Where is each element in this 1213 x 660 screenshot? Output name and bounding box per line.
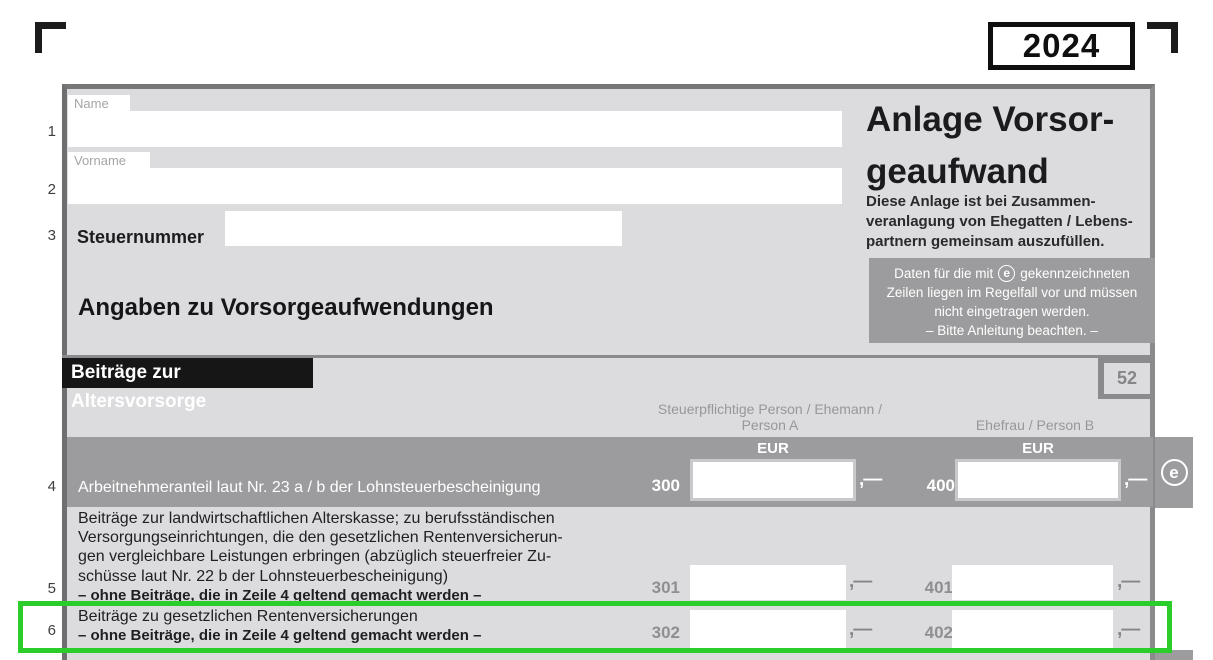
e-marker-icon: e (1161, 459, 1188, 486)
page-code: 52 (1104, 363, 1150, 394)
form-subtitle-line3: partnern gemeinsam auszufüllen. (866, 232, 1166, 252)
row-number-1: 1 (34, 123, 56, 140)
row5-label-line1: Beiträge zur landwirtschaftlichen Alters… (78, 509, 563, 528)
row6-highlight-rectangle (18, 601, 1172, 653)
currency-label-b: EUR (955, 440, 1121, 457)
row5-label-line4: schüsse laut Nr. 22 b der Lohnsteuerbesc… (78, 567, 563, 586)
form-subtitle: Diese Anlage ist bei Zusammen- veranlagu… (866, 192, 1166, 252)
row5-decimal-b: ,— (1117, 571, 1139, 593)
column-header-person-b: Ehefrau / Person B (945, 417, 1125, 433)
steuernummer-input[interactable] (225, 211, 622, 246)
info-box-line1: Daten für die mit e gekennzeichneten (869, 264, 1155, 283)
row-number-2: 2 (34, 181, 56, 198)
row4-decimal-a: ,— (859, 469, 881, 491)
row5-label: Beiträge zur landwirtschaftlichen Alters… (78, 509, 563, 605)
info-box-line3: nicht eingetragen werden. (869, 302, 1155, 321)
row4-e-marker-tab: e (1155, 437, 1193, 508)
row4-amount-input-b[interactable] (955, 459, 1121, 501)
row5-code-a: 301 (628, 578, 680, 598)
row4-code-a: 300 (628, 476, 680, 496)
info-box-line1-post: gekennzeichneten (1020, 264, 1130, 283)
crop-mark-top-left (35, 22, 66, 53)
form-subtitle-line1: Diese Anlage ist bei Zusammen- (866, 192, 1166, 212)
form-title: Anlage Vorsor- geaufwand (866, 94, 1166, 198)
row5-code-b: 401 (901, 578, 953, 598)
row-number-5: 5 (34, 580, 56, 597)
year-label: 2024 (1023, 27, 1100, 65)
form-title-line2: geaufwand (866, 146, 1166, 198)
steuernummer-label: Steuernummer (77, 227, 204, 248)
info-box-line2: Zeilen liegen im Regelfall vor und müsse… (869, 283, 1155, 302)
name-field-label: Name (68, 95, 130, 111)
form-title-line1: Anlage Vorsor- (866, 94, 1166, 146)
row5-label-line3: gen vergleichbare Leistungen erbringen (… (78, 547, 563, 566)
year-badge: 2024 (988, 22, 1135, 70)
row5-decimal-a: ,— (849, 571, 871, 593)
info-box-line4: – Bitte Anleitung beachten. – (869, 321, 1155, 340)
column-header-person-a-line2: Person A (640, 417, 900, 433)
subsection-header: Beiträge zur Altersvorsorge (62, 358, 313, 388)
crop-mark-top-right (1147, 22, 1178, 53)
form-subtitle-line2: veranlagung von Ehegatten / Lebens- (866, 212, 1166, 232)
row-number-4: 4 (34, 478, 56, 495)
name-input[interactable] (68, 111, 842, 147)
column-header-person-a-line1: Steuerpflichtige Person / Ehemann / (640, 401, 900, 417)
currency-label-a: EUR (690, 440, 856, 457)
row4-amount-input-a[interactable] (690, 459, 856, 501)
info-box: Daten für die mit e gekennzeichneten Zei… (869, 258, 1155, 343)
row5-amount-input-a[interactable] (690, 565, 846, 600)
row4-code-b: 400 (903, 476, 955, 496)
row5-amount-input-b[interactable] (952, 565, 1113, 600)
section-heading: Angaben zu Vorsorgeaufwendungen (78, 294, 494, 322)
row-number-3: 3 (34, 227, 56, 244)
form-page: 2024 1 2 3 4 5 6 Name Vorname Steuernumm… (0, 0, 1213, 660)
row4-label: Arbeitnehmeranteil laut Nr. 23 a / b der… (78, 479, 541, 497)
vorname-field-label: Vorname (68, 152, 150, 168)
e-circle-icon: e (998, 265, 1015, 282)
row4-decimal-b: ,— (1124, 469, 1146, 491)
row5-label-line2: Versorgungseinrichtungen, die den gesetz… (78, 528, 563, 547)
info-box-line1-pre: Daten für die mit (894, 264, 993, 283)
vorname-input[interactable] (68, 168, 842, 204)
column-header-person-a: Steuerpflichtige Person / Ehemann / Pers… (640, 401, 900, 433)
